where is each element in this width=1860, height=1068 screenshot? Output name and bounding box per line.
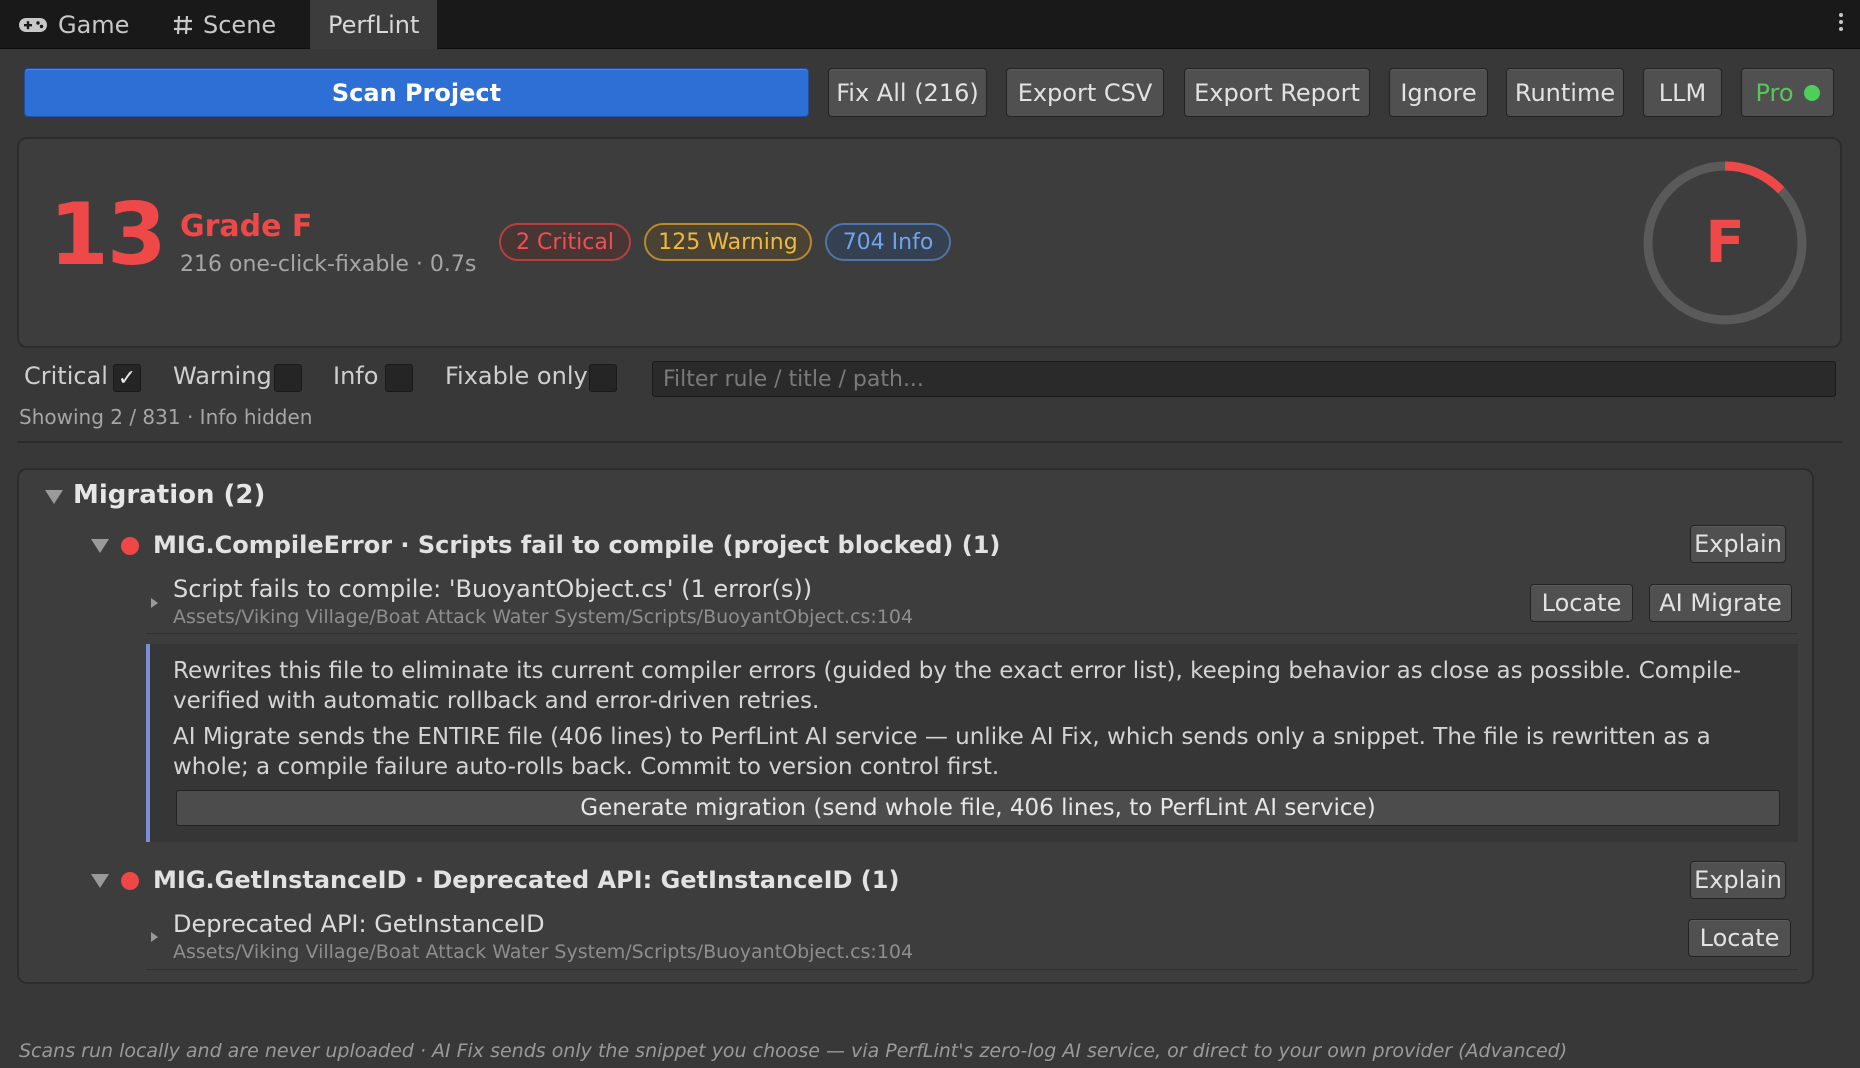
more-options-icon[interactable] bbox=[1836, 10, 1846, 38]
tab-scene[interactable]: Scene bbox=[155, 0, 294, 49]
group-title[interactable]: Migration (2) bbox=[73, 480, 265, 510]
critical-count-badge: 2 Critical bbox=[499, 223, 631, 261]
issue-path: Assets/Viking Village/Boat Attack Water … bbox=[173, 941, 914, 963]
filter-fixable-checkbox[interactable] bbox=[589, 364, 617, 392]
export-report-button[interactable]: Export Report bbox=[1184, 68, 1370, 117]
tab-bar: Game Scene PerfLint bbox=[0, 0, 1860, 49]
rule-title[interactable]: MIG.CompileError · Scripts fail to compi… bbox=[153, 531, 1000, 559]
issue-title[interactable]: Script fails to compile: 'BuoyantObject.… bbox=[173, 575, 812, 603]
critical-dot-icon bbox=[121, 872, 139, 890]
info-count-badge: 704 Info bbox=[825, 223, 951, 261]
grade-ring: F bbox=[1643, 161, 1807, 325]
llm-button[interactable]: LLM bbox=[1643, 68, 1722, 117]
showing-count: Showing 2 / 831 · Info hidden bbox=[19, 405, 313, 429]
export-csv-button[interactable]: Export CSV bbox=[1006, 68, 1164, 117]
filter-info-label: Info bbox=[333, 362, 379, 390]
pro-status-dot bbox=[1803, 84, 1820, 101]
tab-label: Scene bbox=[203, 10, 277, 39]
ignore-button[interactable]: Ignore bbox=[1389, 68, 1488, 117]
runtime-button[interactable]: Runtime bbox=[1506, 68, 1624, 117]
footer-note: Scans run locally and are never uploaded… bbox=[19, 1040, 1568, 1062]
ai-migrate-button[interactable]: AI Migrate bbox=[1649, 584, 1792, 622]
gamepad-icon bbox=[18, 16, 48, 34]
collapse-triangle-icon[interactable] bbox=[91, 539, 109, 553]
filter-warning-checkbox[interactable] bbox=[274, 364, 302, 392]
filter-critical-checkbox[interactable]: ✓ bbox=[113, 364, 141, 392]
explain-button[interactable]: Explain bbox=[1690, 861, 1786, 899]
tab-label: Game bbox=[58, 10, 130, 39]
issue-title[interactable]: Deprecated API: GetInstanceID bbox=[173, 910, 545, 938]
score-value: 13 bbox=[49, 185, 167, 285]
grade-label: Grade F bbox=[180, 209, 313, 244]
rule-title[interactable]: MIG.GetInstanceID · Deprecated API: GetI… bbox=[153, 866, 899, 894]
generate-migration-button[interactable]: Generate migration (send whole file, 406… bbox=[176, 790, 1780, 826]
collapse-triangle-icon[interactable] bbox=[45, 490, 63, 504]
summary-subinfo: 216 one-click-fixable · 0.7s bbox=[180, 252, 477, 277]
filter-info-checkbox[interactable] bbox=[385, 364, 413, 392]
row-separator bbox=[146, 633, 1798, 634]
filter-critical-label: Critical bbox=[24, 362, 108, 390]
detail-description: Rewrites this file to eliminate its curr… bbox=[173, 658, 1742, 714]
locate-button[interactable]: Locate bbox=[1688, 919, 1791, 957]
issue-path: Assets/Viking Village/Boat Attack Water … bbox=[173, 606, 914, 628]
pro-label: Pro bbox=[1755, 78, 1794, 107]
filter-fixable-label: Fixable only bbox=[445, 362, 588, 390]
grade-ring-letter: F bbox=[1705, 208, 1745, 276]
collapse-triangle-icon[interactable] bbox=[91, 874, 109, 888]
tab-perflint[interactable]: PerfLint bbox=[310, 0, 438, 49]
divider bbox=[17, 441, 1842, 443]
critical-dot-icon bbox=[121, 537, 139, 555]
detail-warning: AI Migrate sends the ENTIRE file (406 li… bbox=[173, 724, 1711, 780]
filter-warning-label: Warning bbox=[173, 362, 272, 390]
score-summary-panel: 13 Grade F 216 one-click-fixable · 0.7s … bbox=[17, 137, 1842, 348]
expand-triangle-icon[interactable] bbox=[151, 598, 158, 608]
warning-count-badge: 125 Warning bbox=[644, 223, 812, 261]
expand-triangle-icon[interactable] bbox=[151, 932, 158, 942]
tab-game[interactable]: Game bbox=[0, 0, 147, 49]
row-separator bbox=[146, 969, 1798, 970]
scan-project-button[interactable]: Scan Project bbox=[24, 68, 809, 117]
locate-button[interactable]: Locate bbox=[1530, 584, 1633, 622]
migration-detail-panel: Rewrites this file to eliminate its curr… bbox=[146, 644, 1798, 842]
tab-label: PerfLint bbox=[328, 10, 420, 39]
pro-button[interactable]: Pro bbox=[1741, 68, 1834, 117]
fix-all-button[interactable]: Fix All (216) bbox=[828, 68, 987, 117]
grid-icon bbox=[173, 15, 193, 35]
filter-search-input[interactable] bbox=[652, 361, 1836, 397]
explain-button[interactable]: Explain bbox=[1690, 525, 1786, 563]
